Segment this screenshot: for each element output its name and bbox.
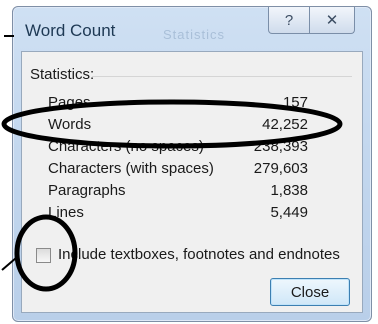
stat-label: Characters (with spaces): [48, 160, 214, 177]
stat-row-characters-with-spaces: Characters (with spaces) 279,603: [48, 160, 308, 181]
stat-value: 5,449: [270, 204, 308, 221]
stat-row-words: Words 42,252: [48, 116, 308, 137]
include-textboxes-option[interactable]: Include textboxes, footnotes and endnote…: [36, 246, 366, 266]
word-count-dialog: Word Count Statistics ? ✕ Statistics: Pa…: [12, 6, 372, 322]
stat-row-paragraphs: Paragraphs 1,838: [48, 182, 308, 203]
close-icon: ✕: [325, 12, 339, 29]
stat-label: Characters (no spaces): [48, 138, 204, 155]
dialog-title: Word Count: [25, 21, 116, 40]
help-icon: ?: [284, 11, 294, 29]
stat-value: 157: [282, 94, 308, 111]
stat-label: Lines: [48, 204, 84, 221]
include-textboxes-label[interactable]: Include textboxes, footnotes and endnote…: [58, 246, 340, 263]
stat-row-lines: Lines 5,449: [48, 204, 308, 225]
window-close-button[interactable]: ✕: [309, 7, 355, 34]
stat-label: Paragraphs: [48, 182, 126, 199]
title-watermark-text: Statistics: [163, 27, 226, 42]
close-button[interactable]: Close: [270, 278, 350, 306]
stat-value: 279,603: [253, 160, 308, 177]
stat-row-pages: Pages 157: [48, 94, 308, 115]
help-button[interactable]: ?: [268, 7, 310, 34]
stat-label: Words: [48, 116, 92, 133]
stat-value: 238,393: [253, 138, 308, 155]
stat-value: 1,838: [270, 182, 308, 199]
stat-value: 42,252: [262, 116, 308, 133]
group-divider: [92, 76, 352, 77]
title-bar[interactable]: Word Count Statistics ? ✕: [13, 7, 371, 51]
statistics-group-label: Statistics:: [30, 66, 95, 83]
stat-label: Pages: [48, 94, 91, 111]
include-textboxes-checkbox[interactable]: [36, 248, 51, 263]
dialog-body: Statistics: Pages 157 Words 42,252 Chara…: [21, 51, 363, 313]
stat-row-characters-no-spaces: Characters (no spaces) 238,393: [48, 138, 308, 159]
